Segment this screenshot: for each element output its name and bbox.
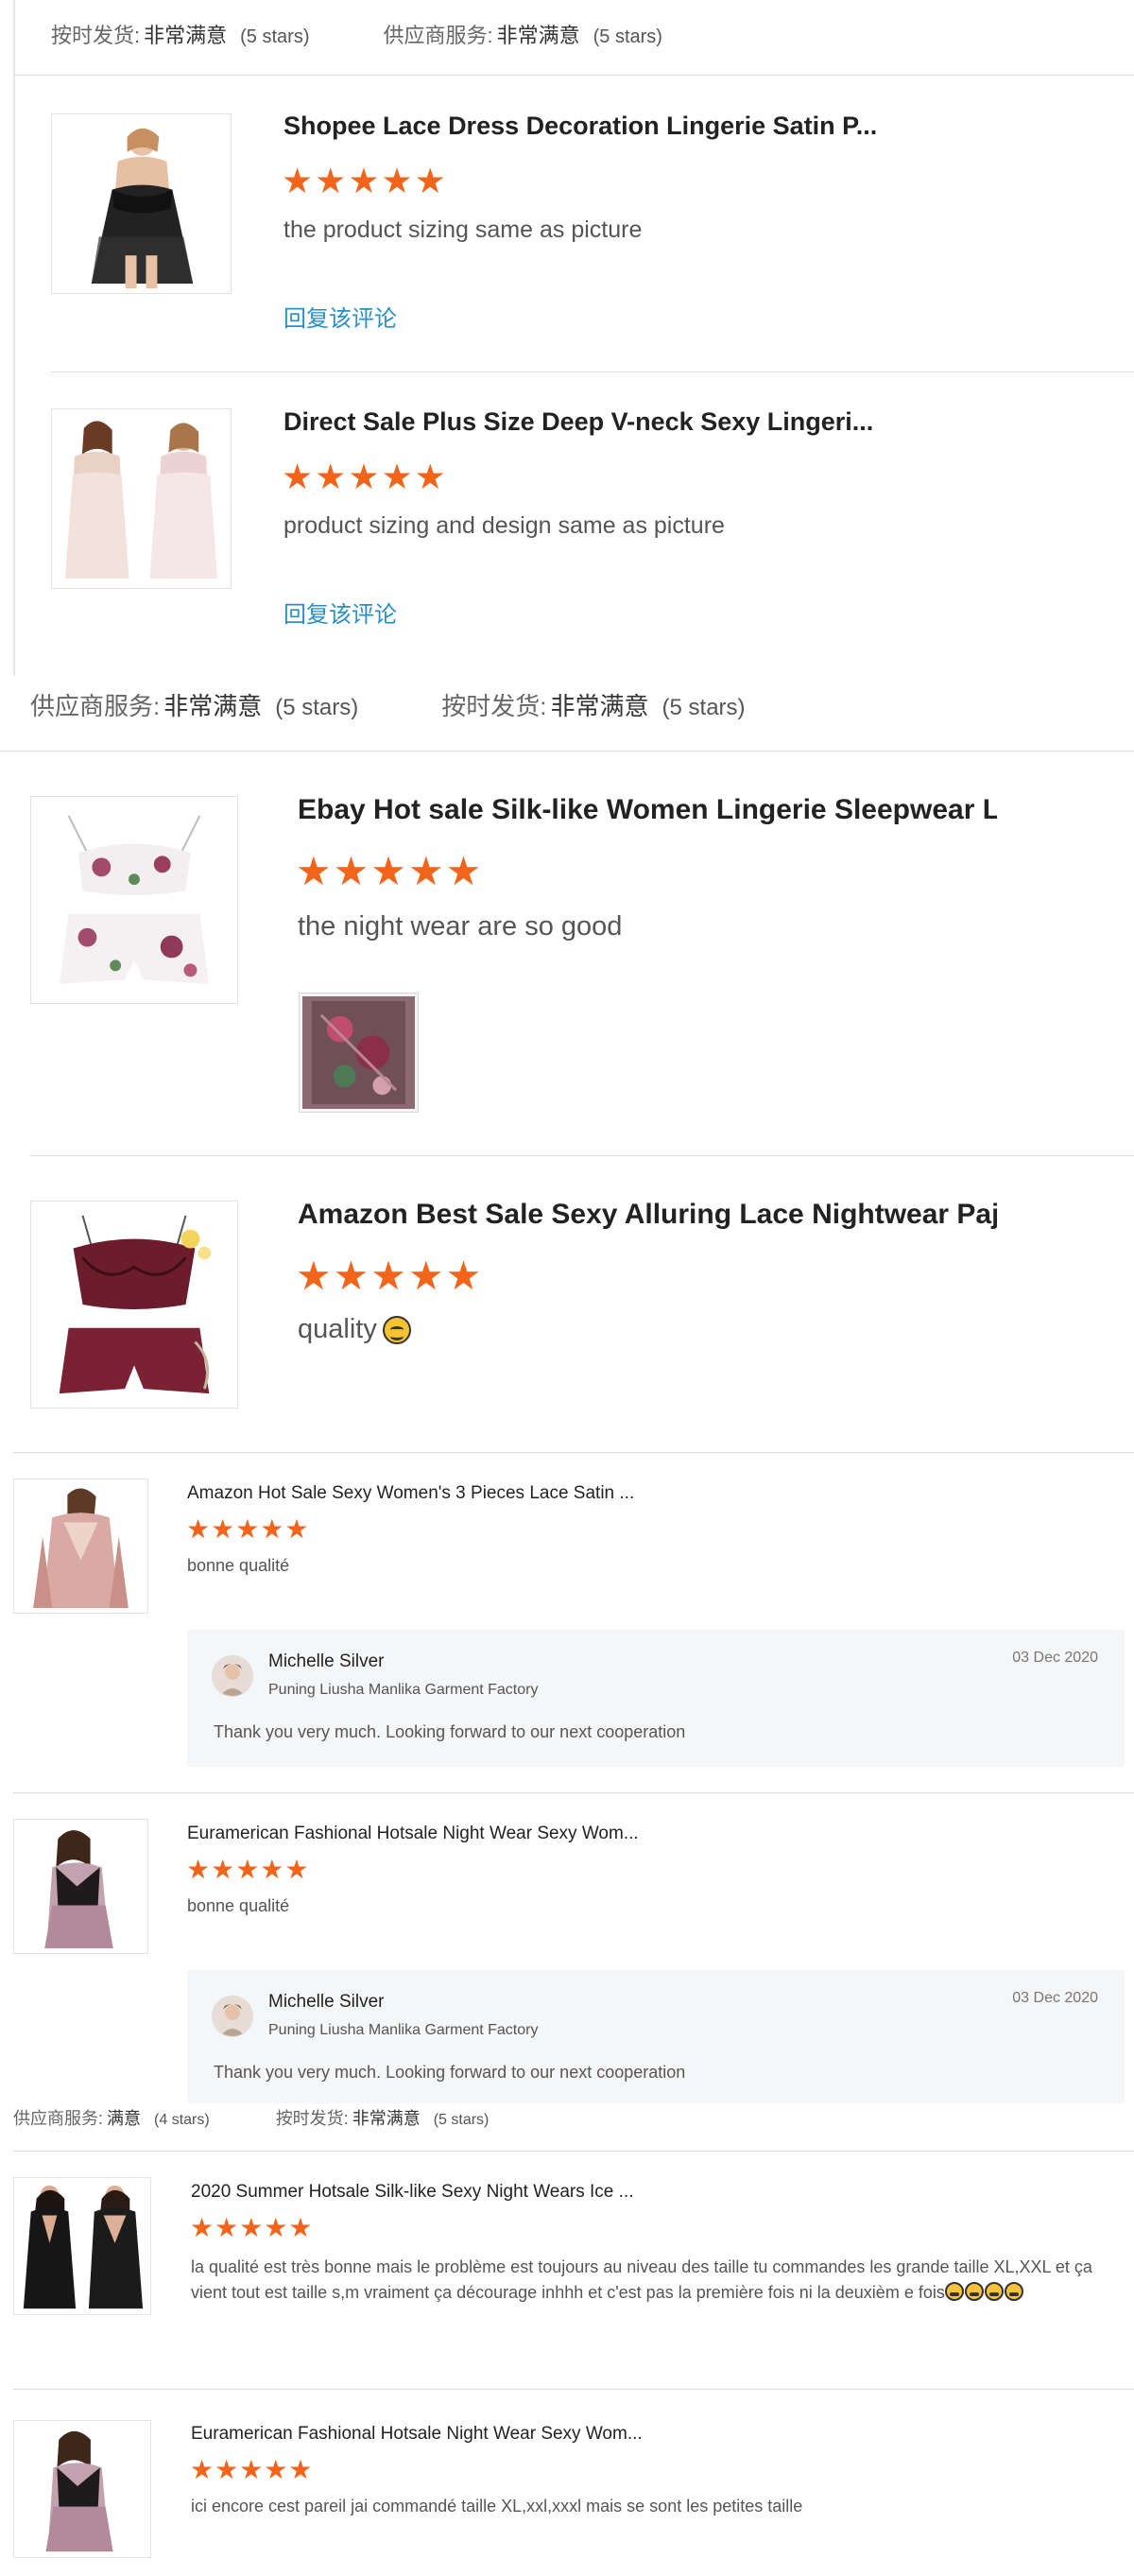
hugging-face-emoji-icon bbox=[382, 1315, 411, 1344]
supplier-rating-line: 供应商服务: 满意 (4 stars) 按时发货: 非常满意 (5 stars) bbox=[13, 2105, 489, 2130]
product-title[interactable]: 2020 Summer Hotsale Silk-like Sexy Night… bbox=[191, 2182, 720, 2203]
rating-stars: ★★★★★ bbox=[186, 1514, 310, 1544]
reply-text: Thank you very much. Looking forward to … bbox=[214, 2063, 686, 2082]
review-comment: quality bbox=[298, 1314, 411, 1345]
review-comment: the night wear are so good bbox=[298, 911, 623, 942]
divider bbox=[13, 2389, 1134, 2390]
supplier-rating-line: 供应商服务: 非常满意 (5 stars) 按时发货: 非常满意 (5 star… bbox=[30, 687, 746, 722]
delivery-label: 按时发货: bbox=[51, 24, 141, 47]
product-title[interactable]: Direct Sale Plus Size Deep V-neck Sexy L… bbox=[284, 407, 945, 437]
supplier-reply: Michelle Silver Puning Liusha Manlika Ga… bbox=[187, 1630, 1125, 1767]
review-comment: la qualité est très bonne mais le problè… bbox=[191, 2255, 1100, 2306]
left-border-line bbox=[13, 0, 15, 676]
avatar bbox=[212, 1655, 253, 1697]
review-comment-text: quality bbox=[298, 1314, 377, 1344]
service-stars-text: (5 stars) bbox=[275, 695, 359, 720]
product-thumbnail[interactable] bbox=[51, 113, 232, 294]
supplier-rating-line: 按时发货: 非常满意 (5 stars) 供应商服务: 非常满意 (5 star… bbox=[51, 19, 662, 49]
delivery-label: 按时发货: bbox=[275, 2109, 349, 2128]
supplier-reply: Michelle Silver Puning Liusha Manlika Ga… bbox=[187, 1970, 1125, 2103]
product-thumbnail[interactable] bbox=[13, 2177, 151, 2315]
product-title[interactable]: Amazon Hot Sale Sexy Women's 3 Pieces La… bbox=[187, 1483, 716, 1504]
divider bbox=[0, 751, 1134, 752]
reply-text: Thank you very much. Looking forward to … bbox=[214, 1722, 686, 1741]
divider bbox=[15, 75, 1134, 76]
rating-stars: ★★★★★ bbox=[186, 1855, 310, 1884]
divider bbox=[13, 2151, 1134, 2152]
product-title[interactable]: Euramerican Fashional Hotsale Night Wear… bbox=[187, 1824, 716, 1844]
face-emoji-icon bbox=[944, 2282, 964, 2301]
reply-author-name: Michelle Silver bbox=[268, 1992, 385, 2012]
reply-company: Puning Liusha Manlika Garment Factory bbox=[268, 1682, 539, 1698]
service-label: 供应商服务: bbox=[30, 692, 161, 720]
rating-stars: ★★★★★ bbox=[282, 458, 448, 496]
product-title[interactable]: Ebay Hot sale Silk-like Women Lingerie S… bbox=[298, 794, 997, 826]
rating-stars: ★★★★★ bbox=[282, 162, 448, 200]
review-comment: product sizing and design same as pictur… bbox=[284, 512, 725, 539]
service-label: 供应商服务: bbox=[13, 2109, 104, 2128]
rating-stars: ★★★★★ bbox=[296, 849, 484, 893]
review-photo[interactable] bbox=[299, 993, 419, 1113]
product-thumbnail[interactable] bbox=[13, 1819, 148, 1954]
reply-review-link[interactable]: 回复该评论 bbox=[284, 596, 397, 629]
review-group-d: 供应商服务: 满意 (4 stars) 按时发货: 非常满意 (5 stars)… bbox=[0, 2103, 1134, 2576]
delivery-stars-text: (5 stars) bbox=[240, 26, 310, 47]
service-label: 供应商服务: bbox=[383, 24, 493, 47]
delivery-stars-text: (5 stars) bbox=[433, 2112, 490, 2128]
product-thumbnail[interactable] bbox=[13, 1478, 148, 1614]
service-stars-text: (5 stars) bbox=[593, 26, 662, 47]
reply-author-name: Michelle Silver bbox=[268, 1651, 385, 1671]
divider bbox=[13, 1452, 1134, 1453]
reply-date: 03 Dec 2020 bbox=[1012, 1650, 1098, 1666]
review-group-a: 按时发货: 非常满意 (5 stars) 供应商服务: 非常满意 (5 star… bbox=[0, 0, 1134, 676]
review-comment: the product sizing same as picture bbox=[284, 216, 643, 243]
review-group-b: 供应商服务: 非常满意 (5 stars) 按时发货: 非常满意 (5 star… bbox=[0, 676, 1134, 1452]
review-group-c: Amazon Hot Sale Sexy Women's 3 Pieces La… bbox=[0, 1452, 1134, 2103]
reply-company: Puning Liusha Manlika Garment Factory bbox=[268, 2022, 539, 2038]
reply-review-link[interactable]: 回复该评论 bbox=[284, 300, 397, 333]
review-comment: bonne qualité bbox=[187, 1556, 290, 1575]
delivery-value: 非常满意 bbox=[144, 24, 228, 47]
face-emoji-icon bbox=[964, 2282, 984, 2301]
delivery-value: 非常满意 bbox=[352, 2109, 421, 2128]
reply-date: 03 Dec 2020 bbox=[1012, 1990, 1098, 2006]
review-comment: bonne qualité bbox=[187, 1896, 290, 1915]
product-title[interactable]: Euramerican Fashional Hotsale Night Wear… bbox=[191, 2424, 720, 2445]
avatar bbox=[212, 1996, 253, 2037]
service-value: 非常满意 bbox=[496, 24, 580, 47]
delivery-stars-text: (5 stars) bbox=[662, 695, 746, 720]
face-emoji-icon bbox=[1004, 2282, 1023, 2301]
face-emoji-icon bbox=[984, 2282, 1004, 2301]
service-value: 满意 bbox=[107, 2109, 142, 2128]
rating-stars: ★★★★★ bbox=[190, 2213, 314, 2242]
review-comment: ici encore cest pareil jai commandé tail… bbox=[191, 2497, 803, 2515]
product-thumbnail[interactable] bbox=[13, 2420, 151, 2558]
product-title[interactable]: Shopee Lace Dress Decoration Lingerie Sa… bbox=[284, 112, 945, 141]
product-thumbnail[interactable] bbox=[51, 408, 232, 589]
rating-stars: ★★★★★ bbox=[296, 1253, 484, 1298]
product-thumbnail[interactable] bbox=[30, 796, 238, 1004]
divider bbox=[30, 1155, 1134, 1156]
delivery-label: 按时发货: bbox=[441, 692, 547, 720]
service-value: 非常满意 bbox=[163, 692, 263, 720]
rating-stars: ★★★★★ bbox=[190, 2455, 314, 2484]
product-thumbnail[interactable] bbox=[30, 1201, 238, 1409]
service-stars-text: (4 stars) bbox=[154, 2112, 210, 2128]
product-title[interactable]: Amazon Best Sale Sexy Alluring Lace Nigh… bbox=[298, 1199, 997, 1231]
delivery-value: 非常满意 bbox=[550, 692, 649, 720]
divider bbox=[13, 1792, 1134, 1793]
